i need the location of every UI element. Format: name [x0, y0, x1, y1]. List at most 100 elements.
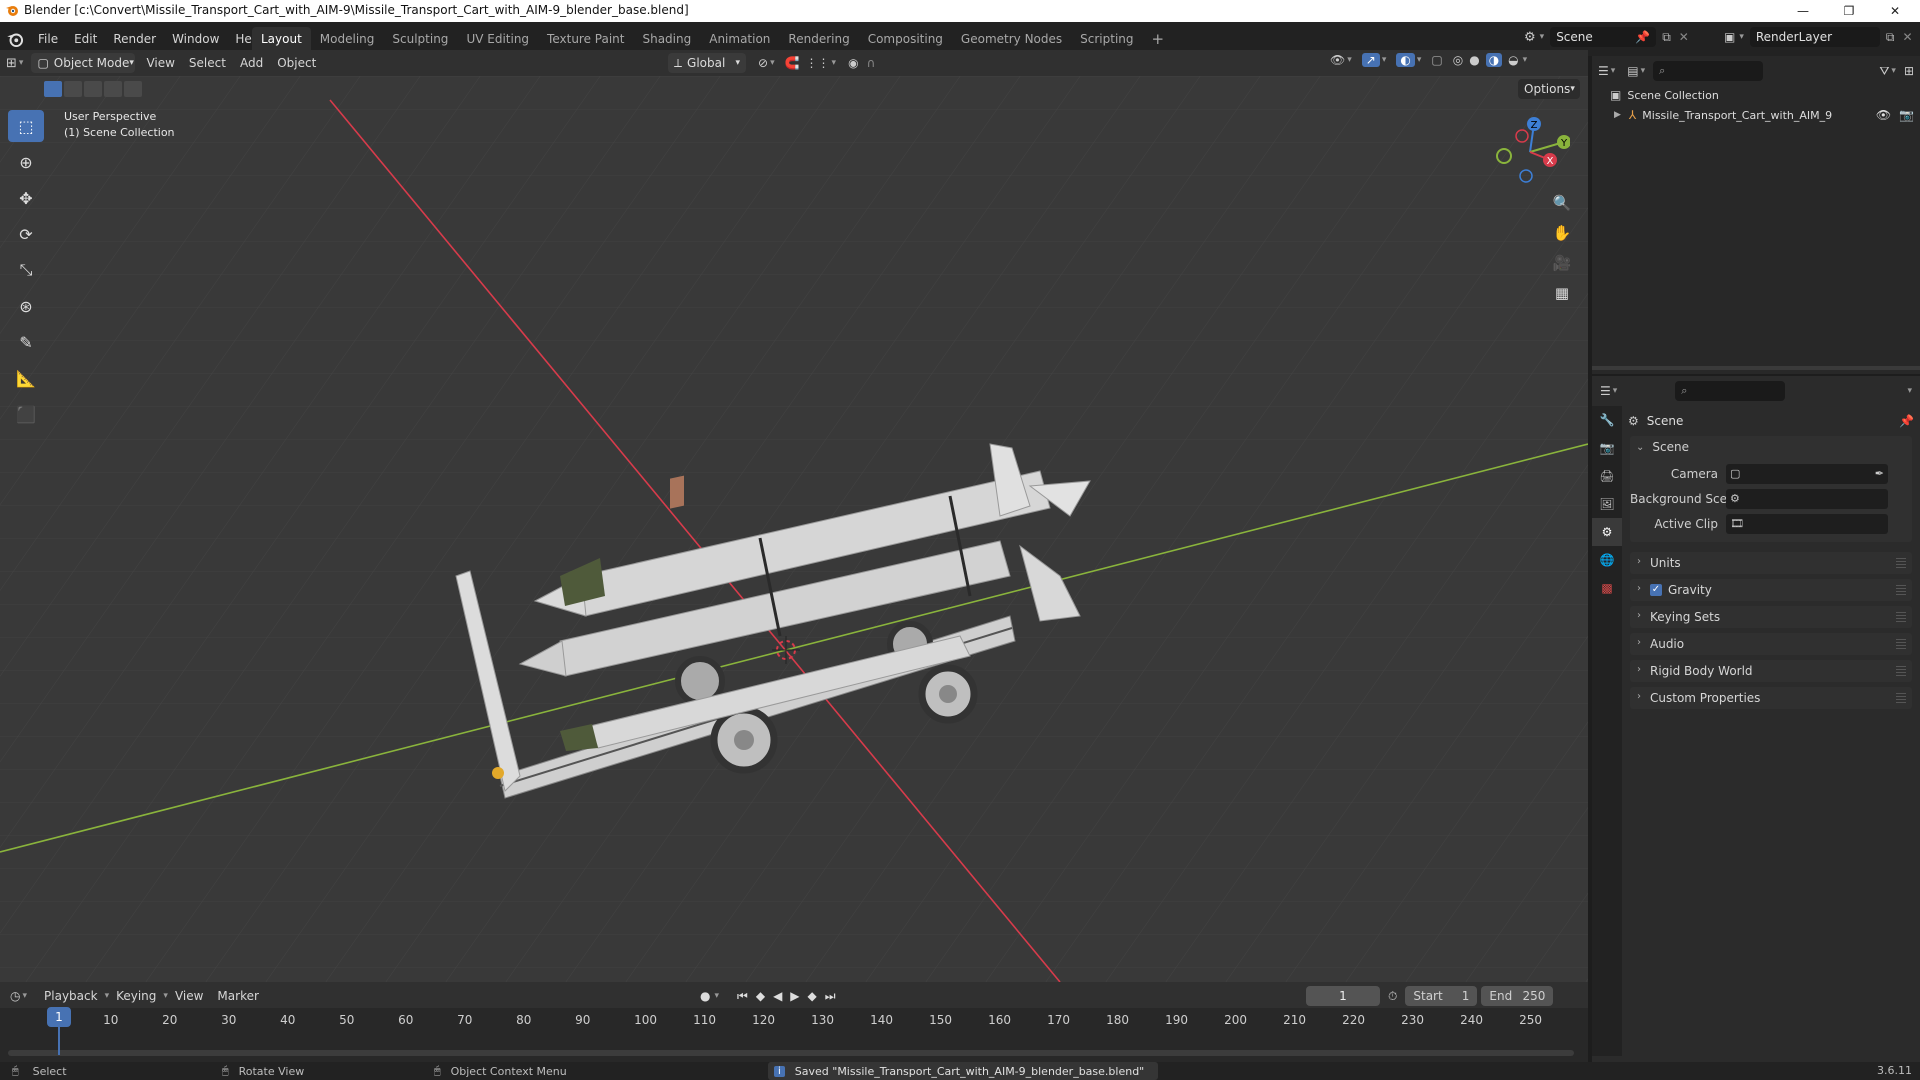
timeline-menu-view[interactable]: View — [168, 989, 210, 1003]
tab-layout[interactable]: Layout — [252, 27, 311, 51]
eye-icon[interactable]: 👁 — [1876, 108, 1891, 122]
add-cube-tool[interactable]: ⬛ — [8, 398, 44, 430]
timeline-editor-icon[interactable]: ◷ — [10, 989, 20, 1003]
texture-tab-icon[interactable]: ▩ — [1592, 574, 1622, 602]
delete-layer-icon[interactable]: ✕ — [1902, 30, 1912, 44]
chevron-down-icon[interactable]: ▾ — [770, 58, 775, 68]
delete-scene-icon[interactable]: ✕ — [1679, 30, 1689, 44]
render-camera-icon[interactable]: 📷 — [1899, 108, 1914, 122]
camera-view-icon[interactable]: 🎥 — [1550, 254, 1574, 284]
panel-keying-sets[interactable]: › Keying Sets — [1630, 606, 1912, 628]
mode-dropdown[interactable]: ▢ Object Mode ▾ — [31, 53, 136, 73]
menu-file[interactable]: File — [30, 28, 66, 50]
panel-units[interactable]: › Units — [1630, 552, 1912, 574]
display-mode-icon[interactable]: ▤ — [1627, 64, 1638, 78]
timeline-scrollbar[interactable] — [8, 1050, 1574, 1056]
navigation-gizmo[interactable]: Z Y X — [1490, 112, 1570, 192]
outliner-scrollbar[interactable] — [1592, 366, 1920, 370]
falloff-icon[interactable]: ∩ — [867, 56, 876, 70]
pivot-icon[interactable]: ⊘ — [758, 56, 768, 70]
panel-audio[interactable]: › Audio — [1630, 633, 1912, 655]
pin-icon[interactable]: 📌 — [1635, 30, 1650, 44]
end-frame-field[interactable]: End 250 — [1481, 986, 1554, 1006]
select-box-tool[interactable]: ⬚ — [8, 110, 44, 142]
scene-section-header[interactable]: ⌄ Scene — [1630, 436, 1912, 458]
viewport-menu-view[interactable]: View — [139, 56, 181, 70]
drag-grip-icon[interactable] — [1896, 666, 1906, 676]
chevron-down-icon[interactable]: ▾ — [1739, 32, 1744, 42]
perspective-toggle-icon[interactable]: ▦ — [1550, 284, 1574, 314]
chevron-down-icon[interactable]: ▾ — [22, 991, 27, 1001]
wireframe-shading-icon[interactable]: ◎ — [1453, 53, 1463, 67]
panel-rigid-body-world[interactable]: › Rigid Body World — [1630, 660, 1912, 682]
tool-tab-icon[interactable]: 🔧 — [1592, 406, 1622, 434]
menu-edit[interactable]: Edit — [66, 28, 105, 50]
minimize-button[interactable]: — — [1780, 0, 1826, 22]
viewport-menu-add[interactable]: Add — [233, 56, 270, 70]
tab-sculpting[interactable]: Sculpting — [383, 27, 457, 51]
drag-grip-icon[interactable] — [1896, 639, 1906, 649]
chevron-down-icon[interactable]: ▾ — [1523, 55, 1528, 65]
prev-keyframe-icon[interactable]: ◆ — [756, 989, 765, 1003]
panel-gravity[interactable]: › ✓ Gravity — [1630, 579, 1912, 601]
scene-tab-icon[interactable]: ⚙ — [1592, 518, 1622, 546]
active-clip-field[interactable]: 🎞 — [1726, 513, 1888, 534]
xray-icon[interactable]: ▢ — [1431, 53, 1442, 67]
select-invert-icon[interactable] — [104, 81, 122, 97]
menu-window[interactable]: Window — [164, 28, 227, 50]
outliner-scene-collection[interactable]: ▣ Scene Collection — [1610, 86, 1719, 104]
new-layer-icon[interactable]: ⧉ — [1886, 30, 1895, 45]
snap-icon[interactable]: 🧲 — [785, 56, 800, 70]
jump-end-icon[interactable]: ⏭ — [825, 989, 836, 1004]
new-collection-icon[interactable]: ⊞ — [1904, 64, 1914, 78]
chevron-down-icon[interactable]: ▾ — [1347, 55, 1352, 65]
view-layer-tab-icon[interactable]: 🖼 — [1592, 490, 1622, 518]
drag-grip-icon[interactable] — [1896, 585, 1906, 595]
scale-tool[interactable]: ⤡ — [8, 254, 44, 286]
select-extend-icon[interactable] — [64, 81, 82, 97]
play-icon[interactable]: ▶ — [790, 989, 799, 1003]
snap-target-icon[interactable]: ⋮⋮ — [806, 56, 830, 70]
zoom-icon[interactable]: 🔍 — [1550, 194, 1574, 224]
viewport-menu-object[interactable]: Object — [270, 56, 323, 70]
render-tab-icon[interactable]: 📷 — [1592, 434, 1622, 462]
tab-modeling[interactable]: Modeling — [311, 27, 384, 51]
filter-icon[interactable]: ⛛ — [1879, 64, 1889, 79]
next-keyframe-icon[interactable]: ◆ — [808, 989, 817, 1003]
tab-shading[interactable]: Shading — [633, 27, 700, 51]
chevron-down-icon[interactable]: ▾ — [1611, 66, 1616, 76]
transform-orientation-dropdown[interactable]: ⟂ Global ▾ — [668, 53, 746, 73]
move-tool[interactable]: ✥ — [8, 182, 44, 214]
select-new-icon[interactable] — [44, 81, 62, 97]
pin-icon[interactable]: 📌 — [1899, 414, 1914, 428]
chevron-down-icon[interactable]: ▾ — [1540, 32, 1545, 42]
annotate-tool[interactable]: ✎ — [8, 326, 44, 358]
outliner-search-input[interactable]: ⌕ — [1653, 61, 1764, 81]
chevron-down-icon[interactable]: ▾ — [1907, 386, 1912, 396]
properties-editor-icon[interactable]: ☰ — [1600, 384, 1611, 398]
tab-compositing[interactable]: Compositing — [859, 27, 952, 51]
pan-hand-icon[interactable]: ✋ — [1550, 224, 1574, 254]
timeline-menu-playback[interactable]: Playback — [37, 989, 105, 1003]
start-frame-field[interactable]: Start 1 — [1405, 986, 1478, 1006]
chevron-down-icon[interactable]: ▾ — [832, 58, 837, 68]
visibility-icon[interactable]: 👁 — [1330, 53, 1345, 67]
background-scene-field[interactable]: ⚙ — [1726, 488, 1888, 509]
menu-render[interactable]: Render — [105, 28, 164, 50]
record-icon[interactable]: ● — [700, 989, 710, 1003]
timeline-menu-marker[interactable]: Marker — [210, 989, 265, 1003]
new-scene-icon[interactable]: ⧉ — [1662, 30, 1671, 45]
blender-menu-icon[interactable] — [6, 30, 24, 48]
chevron-down-icon[interactable]: ▾ — [19, 58, 24, 68]
play-reverse-icon[interactable]: ◀ — [773, 989, 782, 1003]
current-frame-field[interactable]: 1 — [1306, 986, 1380, 1006]
transform-tool[interactable]: ⊛ — [8, 290, 44, 322]
cursor-tool[interactable]: ⊕ — [8, 146, 44, 178]
material-shading-icon[interactable]: ◑ — [1485, 53, 1503, 67]
output-tab-icon[interactable]: 🖨 — [1592, 462, 1622, 490]
tab-rendering[interactable]: Rendering — [779, 27, 858, 51]
drag-grip-icon[interactable] — [1896, 693, 1906, 703]
chevron-down-icon[interactable]: ▾ — [1641, 66, 1646, 76]
outliner-editor-icon[interactable]: ☰ — [1598, 64, 1609, 78]
options-dropdown[interactable]: Options ▾ — [1518, 79, 1580, 99]
